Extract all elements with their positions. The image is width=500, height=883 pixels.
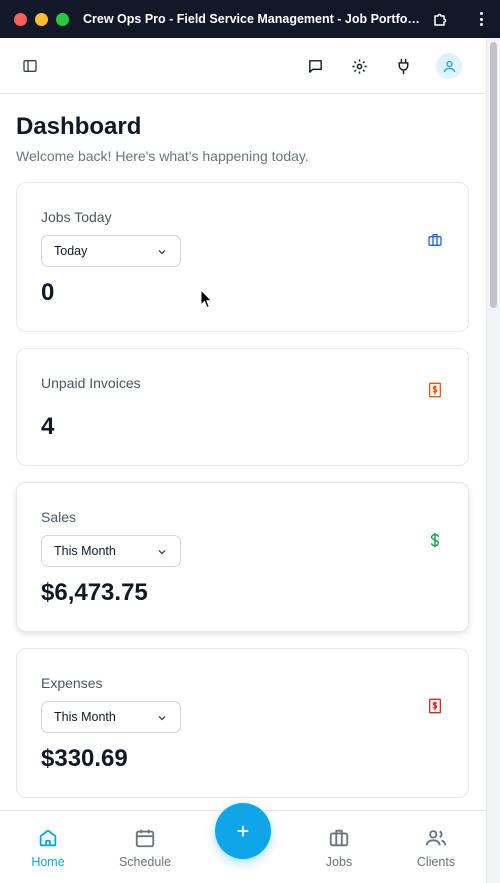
expenses-filter-select[interactable]: This Month [41, 701, 181, 733]
page-scrollbar[interactable] [486, 38, 500, 883]
sales-filter-value: This Month [54, 544, 116, 558]
window-controls [14, 12, 69, 26]
home-icon [39, 829, 57, 847]
expenses-filter-value: This Month [54, 710, 116, 724]
briefcase-icon [426, 231, 444, 249]
browser-menu-icon[interactable] [474, 10, 488, 28]
minimize-window-button[interactable] [35, 12, 48, 26]
plug-icon [398, 58, 408, 74]
briefcase-icon [329, 829, 349, 847]
integrations-button[interactable] [391, 54, 415, 78]
jobs-today-filter-select[interactable]: Today [41, 235, 181, 267]
sales-filter-select[interactable]: This Month [41, 535, 181, 567]
window-title: Crew Ops Pro - Field Service Management … [83, 12, 423, 26]
sales-card: Sales This Month $6,473.75 [16, 482, 469, 632]
maximize-window-button[interactable] [56, 12, 69, 26]
page-subtitle: Welcome back! Here's what's happening to… [16, 148, 309, 164]
nav-item-clients[interactable]: Clients [396, 827, 476, 869]
unpaid-invoices-label: Unpaid Invoices [41, 375, 141, 391]
nav-label-jobs: Jobs [325, 855, 353, 869]
expenses-value: $330.69 [41, 745, 128, 772]
sidebar-toggle-icon [23, 60, 37, 72]
extension-puzzle-icon[interactable] [432, 10, 450, 28]
nav-label-clients: Clients [416, 855, 456, 869]
expenses-label: Expenses [41, 675, 103, 691]
nav-label-schedule: Schedule [118, 855, 172, 869]
settings-button[interactable] [347, 54, 371, 78]
users-icon [425, 830, 447, 846]
calendar-icon [135, 829, 155, 848]
nav-item-schedule[interactable]: Schedule [105, 827, 185, 869]
chat-icon [308, 59, 322, 73]
nav-item-jobs[interactable]: Jobs [299, 827, 379, 869]
jobs-today-filter-value: Today [54, 244, 88, 258]
chevron-down-icon [158, 550, 166, 555]
jobs-today-label: Jobs Today [41, 209, 112, 225]
nav-label-home: Home [31, 855, 65, 869]
app-header [0, 38, 486, 94]
chevron-down-icon [158, 716, 166, 721]
plus-icon [237, 825, 249, 837]
close-window-button[interactable] [14, 12, 27, 26]
chevron-down-icon [158, 250, 166, 255]
gear-icon [351, 58, 367, 74]
unpaid-invoices-card: Unpaid Invoices 4 [16, 348, 469, 466]
window-titlebar: Crew Ops Pro - Field Service Management … [0, 0, 500, 38]
mouse-cursor-icon [200, 289, 213, 309]
expenses-card: Expenses This Month $330.69 [16, 648, 469, 798]
dollar-icon [426, 531, 444, 549]
nav-item-home[interactable]: Home [8, 827, 88, 869]
user-avatar-button[interactable] [436, 53, 462, 79]
jobs-today-card: Jobs Today Today 0 [16, 182, 469, 332]
sidebar-toggle-button[interactable] [18, 54, 42, 78]
jobs-today-value: 0 [41, 279, 55, 306]
scrollbar-thumb[interactable] [490, 42, 497, 308]
unpaid-invoices-value: 4 [41, 413, 55, 440]
sales-value: $6,473.75 [41, 579, 148, 606]
receipt-dollar-icon [426, 697, 444, 715]
add-new-button[interactable] [215, 803, 271, 859]
page-title: Dashboard [16, 113, 142, 140]
invoice-dollar-icon [426, 381, 444, 399]
user-icon [443, 60, 455, 72]
messages-button[interactable] [303, 54, 327, 78]
dashboard-content[interactable]: Dashboard Welcome back! Here's what's ha… [0, 95, 486, 810]
sales-label: Sales [41, 509, 77, 525]
